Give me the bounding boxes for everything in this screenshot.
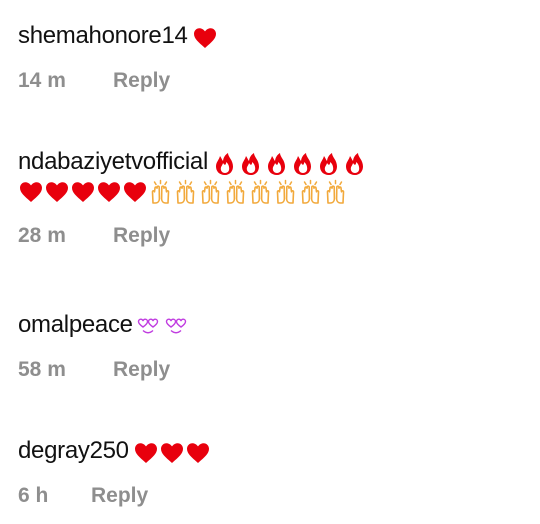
clapping-hands-icon bbox=[301, 179, 320, 204]
fire-icon bbox=[319, 152, 337, 175]
fire-icon bbox=[345, 152, 363, 175]
clapping-hands-icon bbox=[326, 179, 345, 204]
reply-button[interactable]: Reply bbox=[91, 484, 148, 507]
comment-emojis bbox=[192, 20, 218, 53]
reply-button[interactable]: Reply bbox=[113, 358, 170, 381]
clapping-hands-icon bbox=[226, 179, 245, 204]
purple-heart-eyes-icon bbox=[166, 318, 187, 334]
clapping-hands-icon bbox=[151, 179, 170, 204]
comment-body: shemahonore14 bbox=[18, 19, 530, 53]
comment-meta: 6 h Reply bbox=[18, 482, 530, 510]
red-heart-icon bbox=[46, 182, 68, 203]
fire-icon bbox=[241, 152, 259, 175]
comment-meta: 28 m Reply bbox=[18, 222, 530, 250]
comment-emojis bbox=[212, 146, 368, 179]
comment-body: omalpeace bbox=[18, 308, 530, 342]
fire-icon bbox=[215, 152, 233, 175]
comment-username[interactable]: omalpeace bbox=[18, 311, 133, 338]
comment-emojis bbox=[137, 309, 188, 342]
clapping-hands-icon bbox=[176, 179, 195, 204]
reply-button[interactable]: Reply bbox=[113, 69, 170, 92]
red-heart-icon bbox=[20, 182, 42, 203]
comment-emojis bbox=[133, 435, 211, 468]
comment-item: ndabaziyetvofficial 28 m Reply bbox=[18, 145, 530, 250]
clapping-hands-icon bbox=[201, 179, 220, 204]
comment-timestamp: 58 m bbox=[18, 358, 66, 382]
fire-icon bbox=[293, 152, 311, 175]
comment-username[interactable]: shemahonore14 bbox=[18, 22, 188, 49]
comment-body: degray250 bbox=[18, 434, 530, 468]
comment-item: degray250 6 h Reply bbox=[18, 434, 530, 510]
comment-timestamp: 6 h bbox=[18, 484, 49, 508]
red-heart-icon bbox=[124, 182, 146, 203]
comment-meta: 58 m Reply bbox=[18, 356, 530, 384]
comment-item: omalpeace 58 m Reply bbox=[18, 308, 530, 384]
comment-body: ndabaziyetvofficial bbox=[18, 145, 530, 179]
comment-timestamp: 28 m bbox=[18, 224, 66, 248]
purple-heart-eyes-icon bbox=[137, 318, 158, 334]
comment-timestamp: 14 m bbox=[18, 69, 66, 93]
comment-meta: 14 m Reply bbox=[18, 67, 530, 95]
reply-button[interactable]: Reply bbox=[113, 224, 170, 247]
red-heart-icon bbox=[134, 443, 157, 463]
comment-emojis-line2 bbox=[18, 179, 530, 212]
red-heart-icon bbox=[72, 182, 94, 203]
clapping-hands-icon bbox=[251, 179, 270, 204]
red-heart-icon bbox=[186, 443, 209, 463]
red-heart-icon bbox=[160, 443, 183, 463]
comment-username[interactable]: ndabaziyetvofficial bbox=[18, 148, 208, 175]
fire-icon bbox=[267, 152, 285, 175]
red-heart-icon bbox=[193, 28, 216, 48]
comment-item: shemahonore14 14 m Reply bbox=[18, 19, 530, 95]
red-heart-icon bbox=[98, 182, 120, 203]
clapping-hands-icon bbox=[276, 179, 295, 204]
comment-username[interactable]: degray250 bbox=[18, 437, 129, 464]
